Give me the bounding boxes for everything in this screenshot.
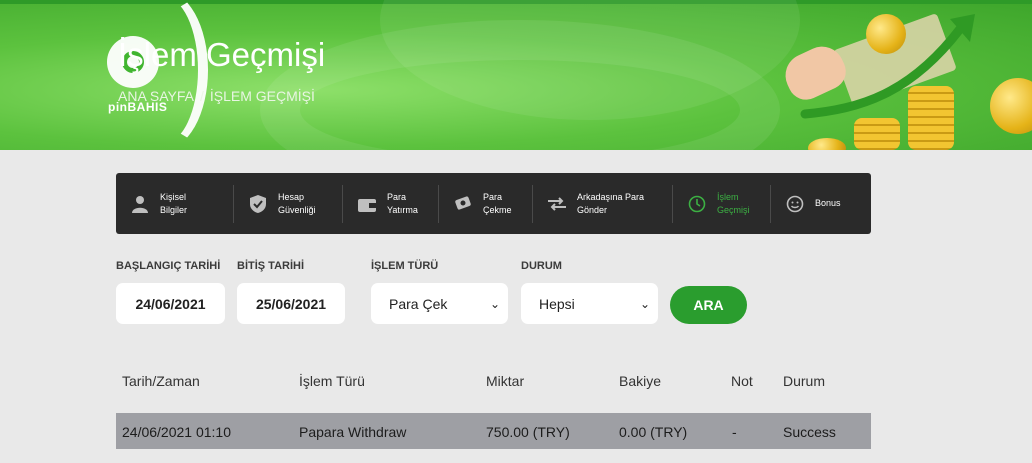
page-banner: pinBAHIS İşlem Geçmişi ANA SAYFA / İŞLEM… [0,0,1032,150]
table-cell-status: Success [783,424,836,440]
chevron-down-icon: ⌄ [639,296,650,311]
table-cell-datetime: 24/06/2021 01:10 [122,424,231,440]
search-button[interactable]: ARA [670,286,747,324]
nav-label: İşlem [717,191,739,202]
nav-label: Bilgiler [160,204,188,215]
column-header-note: Not [731,373,753,389]
table-cell-note: - [732,424,737,440]
status-value: Hepsi [539,295,575,312]
user-icon [130,194,150,214]
column-header-status: Durum [783,373,826,389]
breadcrumb-current: İŞLEM GEÇMİŞİ [209,88,315,104]
nav-label: Kişisel [160,191,187,202]
coin-illustration [866,14,906,54]
breadcrumb: ANA SAYFA / İŞLEM GEÇMİŞİ [118,88,315,104]
column-header-type: İşlem Türü [299,373,365,389]
transaction-type-value: Para Çek [389,295,448,312]
coin-illustration [808,138,846,150]
end-date-label: BİTİŞ TARİHİ [237,260,305,272]
transfer-icon [547,194,567,214]
nav-label: Gönder [577,204,608,215]
column-header-balance: Bakiye [619,373,662,389]
nav-item-deposit[interactable]: Para Yatırma [343,184,439,223]
transaction-type-label: İŞLEM TÜRÜ [371,260,439,272]
account-nav: Kişisel Bilgiler Hesap Güvenliği Para Yatır… [116,173,871,234]
page-title: İşlem Geçmişi [118,36,326,73]
wallet-icon [357,194,377,214]
table-cell-balance: 0.00 (TRY) [619,424,688,440]
table-cell-type: Papara Withdraw [299,424,407,440]
nav-item-withdraw[interactable]: Para Çekme [439,184,533,223]
nav-label: Para [483,191,503,202]
nav-item-personal-info[interactable]: Kişisel Bilgiler [116,184,234,223]
start-date-label: BAŞLANGIÇ TARİHİ [116,260,221,272]
nav-label: Geçmişi [717,204,750,215]
nav-label: Güvenliği [278,204,316,215]
column-header-datetime: Tarih/Zaman [122,373,200,389]
table-cell-amount: 750.00 (TRY) [486,424,570,440]
history-icon [687,194,707,214]
nav-label: Yatırma [387,204,418,215]
nav-item-transaction-history[interactable]: İşlem Geçmişi [673,184,771,223]
cash-out-icon [453,194,473,214]
shield-icon [248,194,268,214]
chevron-down-icon: ⌄ [489,296,500,311]
breadcrumb-home-link[interactable]: ANA SAYFA [118,88,194,104]
coin-stack-illustration [854,118,900,150]
coin-stack-illustration [908,86,954,150]
status-select[interactable]: Hepsi ⌄ [521,283,658,324]
nav-item-bonus[interactable]: Bonus [771,185,867,223]
nav-label: Çekme [483,204,512,215]
start-date-input[interactable]: 24/06/2021 [116,283,225,324]
nav-label: Hesap [278,191,305,202]
end-date-input[interactable]: 25/06/2021 [237,283,345,324]
smile-icon [785,194,805,214]
breadcrumb-separator: / [200,88,204,104]
nav-item-send-to-friend[interactable]: Arkadaşına Para Gönder [533,184,673,223]
column-header-amount: Miktar [486,373,525,389]
nav-label: Arkadaşına Para [577,191,645,202]
nav-label: Bonus [815,198,841,208]
coin-illustration [990,78,1032,134]
nav-label: Para [387,191,407,202]
nav-item-account-security[interactable]: Hesap Güvenliği [234,184,343,223]
transaction-type-select[interactable]: Para Çek ⌄ [371,283,508,324]
status-label: DURUM [521,260,562,272]
